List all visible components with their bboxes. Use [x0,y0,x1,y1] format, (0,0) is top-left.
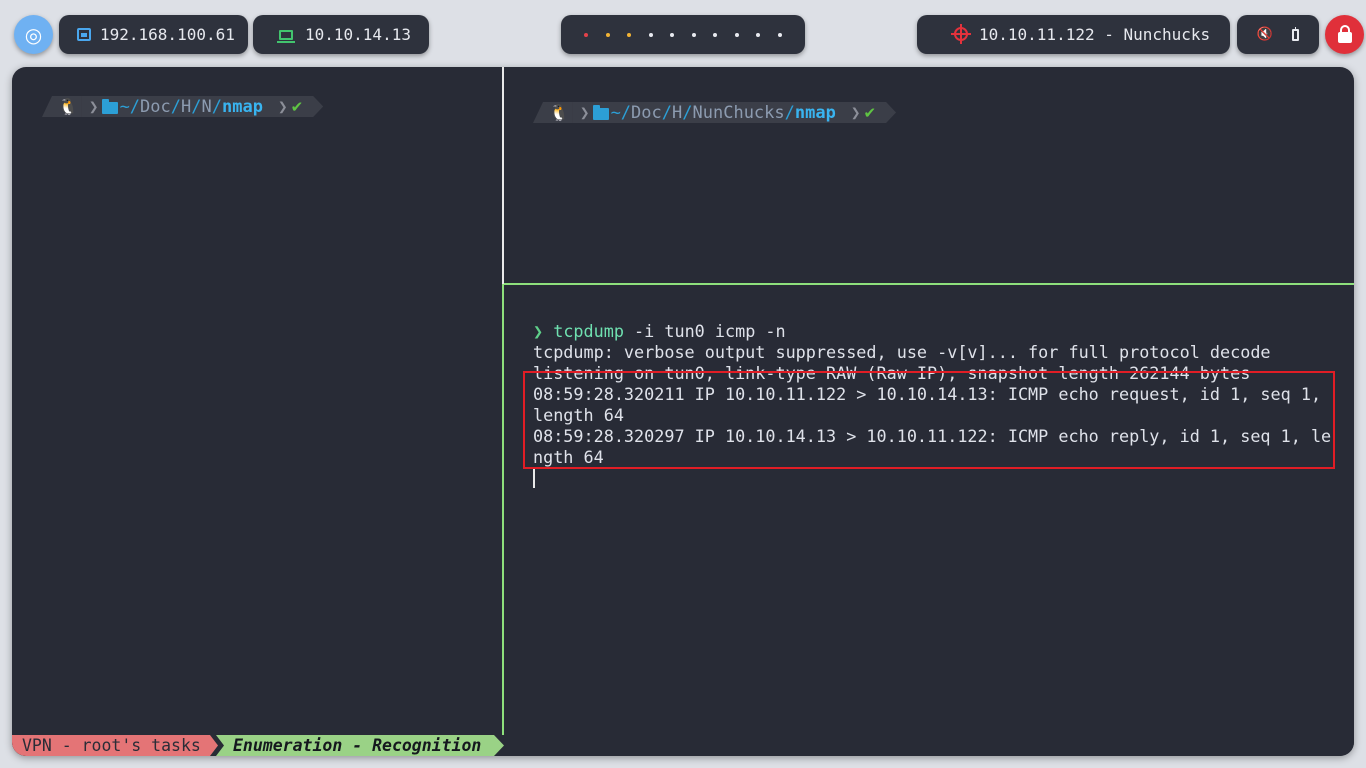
segment-separator: ❯ [277,97,288,116]
tab-enumeration-recognition[interactable]: Enumeration - Recognition [216,735,504,756]
terminal-cursor [533,468,535,488]
highlight-box [523,371,1335,469]
linux-tux-icon: 🐧 [549,103,569,122]
folder-icon [101,98,118,114]
tab-vpn-root-tasks[interactable]: VPN - root's tasks [12,735,218,756]
path-slash: / [211,96,223,117]
terminal-window[interactable]: 🐧 ❯ ~/Doc / H / N / nmap ❯ ✔ 🐧 ❯ ~/Doc / H / NunCh… [12,67,1354,756]
linux-tux-icon: 🐧 [58,97,78,116]
network-icon [77,28,91,41]
prompt-path-segment: ❯ ~/Doc / H / N / nmap [81,96,269,117]
workspace-5-indicator[interactable] [670,32,675,37]
workspace-2-indicator[interactable] [605,32,610,37]
launcher-icon: ◎ [24,22,43,47]
path-part: Doc [631,102,662,123]
pane-divider-horizontal[interactable] [504,283,1354,285]
left-pane-prompt: 🐧 ❯ ~/Doc / H / N / nmap ❯ ✔ [42,96,323,117]
prompt-arrow-icon: ❯ [533,321,544,341]
folder-icon [592,104,609,120]
workspace-6-indicator[interactable] [691,32,696,37]
command-line: ❯ tcpdump -i tun0 icmp -n [533,321,786,342]
target-widget[interactable]: 10.10.11.122 - Nunchucks [917,15,1230,54]
workspace-8-indicator[interactable] [734,32,739,37]
path-home: ~/ [610,102,632,123]
vpn-ip-widget[interactable]: 10.10.14.13 [253,15,429,54]
segment-separator: ❯ [88,97,99,116]
prompt-status-segment: ❯ ✔ [269,96,323,117]
tab-current-label: Enumeration - Recognition [233,736,482,755]
workspace-switcher [561,15,805,54]
output-line: tcpdump: verbose output suppressed, use … [533,342,1271,362]
path-cwd: nmap [222,96,263,117]
segment-separator: ❯ [579,103,590,122]
prompt-os-segment: 🐧 [533,102,573,123]
tab-vpn-label: VPN - root's tasks [22,736,201,755]
workspace-1-indicator[interactable] [584,32,589,37]
right-top-pane-prompt: 🐧 ❯ ~/Doc / H / NunChucks / nmap ❯ ✔ [533,102,896,123]
vpn-ip-label: 10.10.14.13 [305,25,411,44]
success-check-icon: ✔ [863,103,877,122]
path-slash: / [784,102,795,123]
system-tray: 🔇 [1237,15,1319,54]
path-slash: / [170,96,182,117]
path-slash: / [682,102,693,123]
command-args: -i tun0 icmp -n [623,321,786,341]
path-part: H [181,96,192,117]
tmux-status-bar: VPN - root's tasks Enumeration - Recogni… [12,735,1354,756]
path-cwd: nmap [794,102,836,123]
path-slash: / [661,102,673,123]
host-ip-widget[interactable]: 192.168.100.61 [59,15,248,54]
prompt-path-segment: ❯ ~/Doc / H / NunChucks / nmap [572,102,842,123]
workspace-7-indicator[interactable] [713,32,718,37]
path-part: N [201,96,212,117]
workspace-3-indicator[interactable] [627,32,632,37]
launcher-button[interactable]: ◎ [14,15,53,54]
laptop-icon [277,29,295,43]
path-slash: / [191,96,202,117]
battery-icon[interactable] [1292,26,1300,41]
host-ip-label: 192.168.100.61 [100,25,235,44]
prompt-status-segment: ❯ ✔ [842,102,896,123]
workspace-9-indicator[interactable] [756,32,761,37]
path-part: H [672,102,683,123]
path-home: ~/ [119,96,141,117]
path-part: NunChucks [692,102,785,123]
workspace-10-indicator[interactable] [777,32,782,37]
pane-divider-active [502,284,504,735]
mute-icon[interactable]: 🔇 [1257,27,1273,42]
path-part: Doc [140,96,171,117]
command-program: tcpdump [553,321,624,341]
prompt-os-segment: 🐧 [42,96,82,117]
power-button[interactable] [1325,15,1364,54]
lock-icon [1337,25,1352,43]
workspace-4-indicator[interactable] [648,32,653,37]
success-check-icon: ✔ [290,97,304,116]
segment-separator: ❯ [850,103,861,122]
target-icon [951,24,971,44]
target-label: 10.10.11.122 - Nunchucks [979,25,1211,44]
